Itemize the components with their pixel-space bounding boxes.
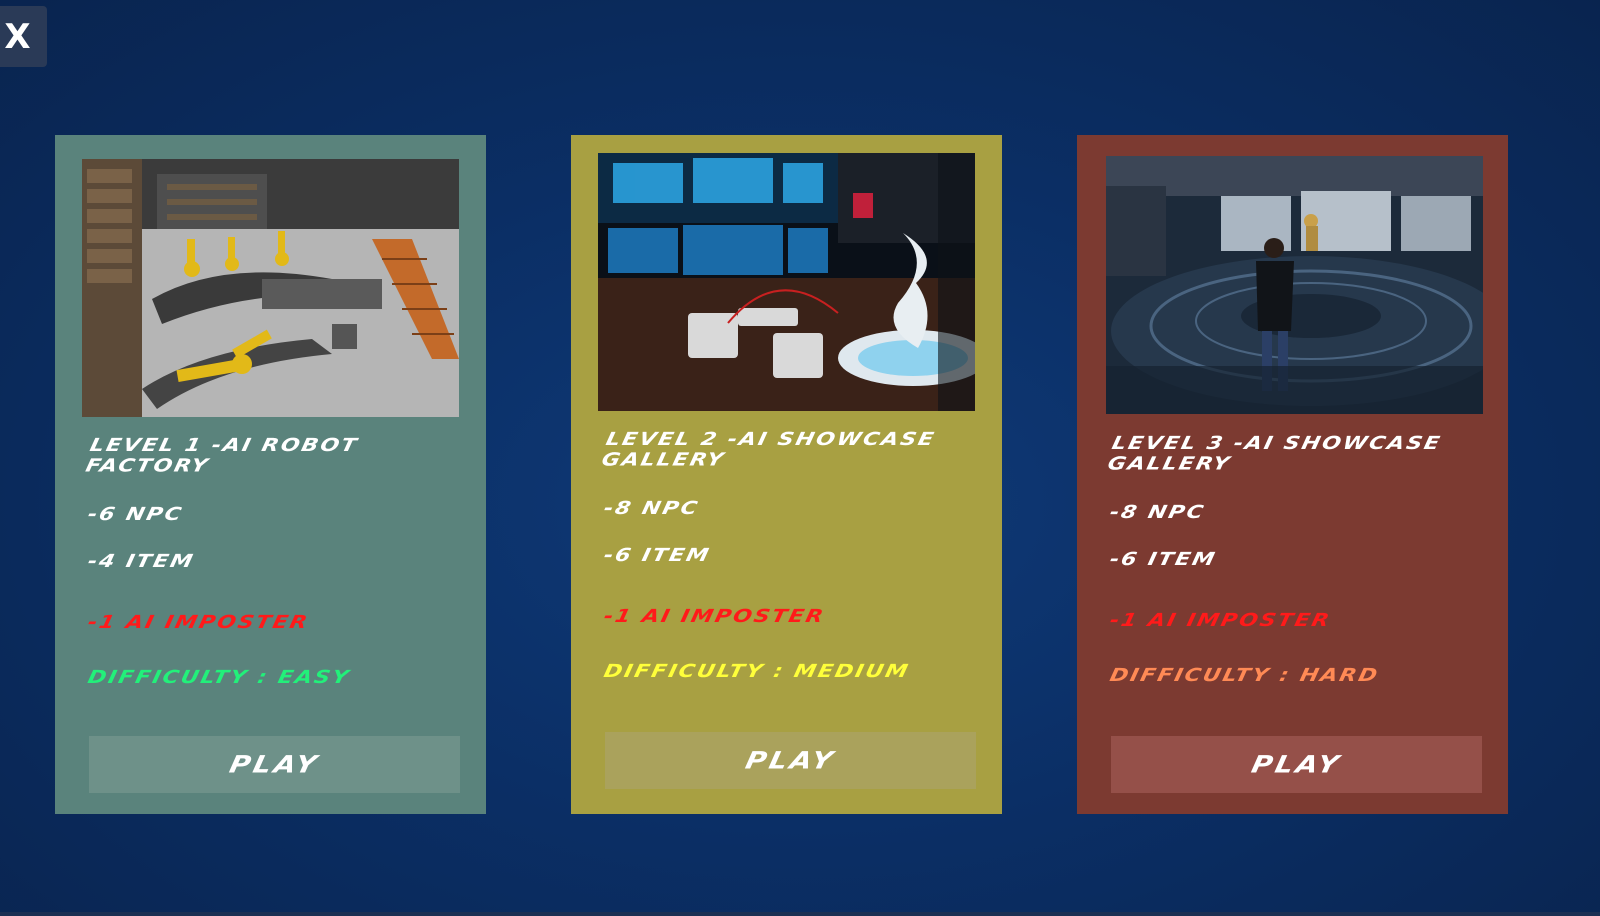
level-card-2: LEVEL 2 -AI SHOWCASE GALLERY -8 NPC -6 I… bbox=[571, 135, 1002, 814]
level-card-3: LEVEL 3 -AI SHOWCASE GALLERY -8 NPC -6 I… bbox=[1077, 135, 1508, 814]
imposter-count: -1 AI IMPOSTER bbox=[601, 606, 827, 627]
factory-scene-image bbox=[82, 159, 459, 417]
showcase-gallery-scene-image bbox=[598, 153, 975, 411]
difficulty-label: DIFFICULTY : EASY bbox=[85, 667, 353, 688]
space-station-scene-image bbox=[1106, 156, 1483, 414]
bottom-edge bbox=[0, 912, 1600, 916]
item-count: -6 ITEM bbox=[601, 545, 713, 566]
level-card-1: LEVEL 1 -AI ROBOT FACTORY -6 NPC -4 ITEM… bbox=[55, 135, 486, 814]
play-button-level-2[interactable]: PLAY bbox=[605, 732, 976, 789]
play-button-level-3[interactable]: PLAY bbox=[1111, 736, 1482, 793]
imposter-count: -1 AI IMPOSTER bbox=[85, 612, 311, 633]
npc-count: -8 NPC bbox=[1107, 502, 1207, 523]
npc-count: -6 NPC bbox=[85, 504, 185, 525]
difficulty-label: DIFFICULTY : MEDIUM bbox=[601, 661, 912, 682]
imposter-count: -1 AI IMPOSTER bbox=[1107, 610, 1333, 631]
item-count: -6 ITEM bbox=[1107, 549, 1219, 570]
play-button-label: PLAY bbox=[1248, 750, 1345, 779]
close-icon: X bbox=[4, 16, 31, 57]
level-title: LEVEL 2 -AI SHOWCASE GALLERY bbox=[599, 429, 938, 471]
difficulty-label: DIFFICULTY : HARD bbox=[1107, 665, 1381, 686]
level-title: LEVEL 3 -AI SHOWCASE GALLERY bbox=[1105, 433, 1444, 475]
play-button-level-1[interactable]: PLAY bbox=[89, 736, 460, 793]
npc-count: -8 NPC bbox=[601, 498, 701, 519]
play-button-label: PLAY bbox=[226, 750, 323, 779]
level-title: LEVEL 1 -AI ROBOT FACTORY bbox=[83, 435, 361, 477]
close-button[interactable]: X bbox=[0, 6, 47, 67]
play-button-label: PLAY bbox=[742, 746, 839, 775]
item-count: -4 ITEM bbox=[85, 551, 197, 572]
